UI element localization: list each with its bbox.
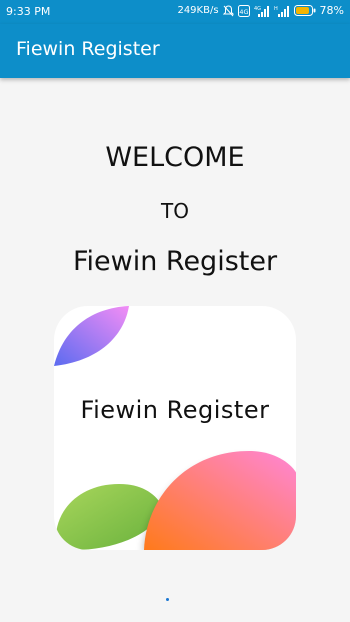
status-bar: 9:33 PM 249KB/s 4G 4G H 78% [0,0,350,24]
app-bar-title: Fiewin Register [16,38,160,60]
page-indicator-dot [166,598,169,601]
network-speed: 249KB/s [177,5,219,16]
sim2-signal-label: H [274,6,278,12]
app-logo: Fiewin Register [54,306,296,550]
orange-leaf-shape [144,451,296,550]
sim-badge-icon: 4G [237,4,250,17]
status-icons: 249KB/s 4G 4G H 78% [177,4,344,17]
status-time: 9:33 PM [6,5,51,18]
battery-percentage: 78% [319,4,344,17]
mute-icon [222,4,234,17]
logo-graphic [54,306,296,550]
purple-leaf-shape [54,306,129,366]
welcome-app-name: Fiewin Register [72,246,278,277]
sim-badge-label: 4G [239,8,248,16]
welcome-heading: WELCOME [105,142,245,173]
welcome-to-text: TO [161,199,189,223]
battery-icon [293,5,316,16]
logo-text: Fiewin Register [80,396,270,424]
app-bar: Fiewin Register [0,24,350,78]
sim1-signal-label: 4G [254,6,261,12]
signal-icon: H [274,5,290,17]
signal-icon: 4G [254,5,270,17]
